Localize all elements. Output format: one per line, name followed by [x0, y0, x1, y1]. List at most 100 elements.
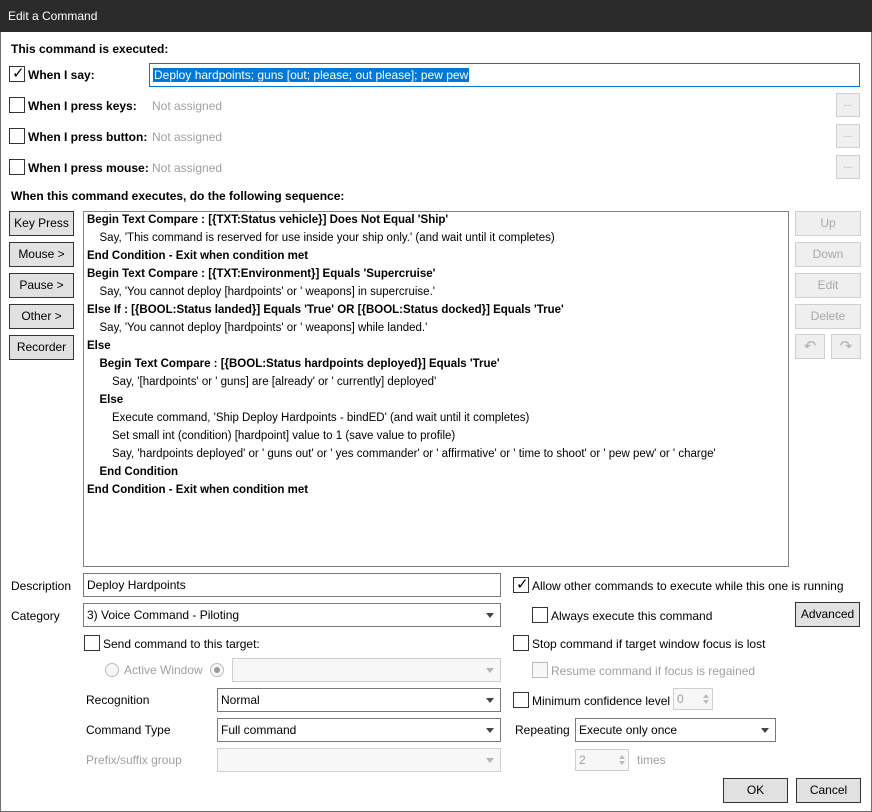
spin-up-icon: [619, 755, 625, 759]
recognition-combo[interactable]: Normal: [217, 688, 501, 712]
window-titlebar: Edit a Command: [0, 0, 872, 32]
target-window-combo[interactable]: [232, 658, 501, 682]
ok-button[interactable]: OK: [723, 778, 788, 803]
description-label: Description: [11, 579, 72, 593]
key-press-button[interactable]: Key Press: [9, 211, 74, 236]
stop-on-focus-lost-checkbox[interactable]: [513, 635, 529, 651]
min-confidence-spinner[interactable]: 0: [673, 688, 713, 710]
advanced-button[interactable]: Advanced: [795, 602, 860, 627]
active-window-label: Active Window: [124, 663, 203, 677]
when-i-say-checkbox[interactable]: ✓: [9, 64, 25, 82]
cancel-button[interactable]: Cancel: [796, 778, 861, 803]
undo-button[interactable]: ↶: [795, 334, 825, 359]
when-i-press-mouse-checkbox[interactable]: [9, 159, 25, 175]
allow-other-commands-label: Allow other commands to execute while th…: [532, 579, 844, 593]
other-button[interactable]: Other >: [9, 304, 74, 329]
redo-button[interactable]: ↷: [831, 334, 861, 359]
min-confidence-label: Minimum confidence level: [532, 694, 671, 708]
send-target-label: Send command to this target:: [103, 637, 260, 651]
chevron-down-icon: [486, 728, 494, 733]
when-i-say-input[interactable]: Deploy hardpoints; guns [out; please; ou…: [149, 63, 860, 87]
sequence-line[interactable]: End Condition: [100, 463, 179, 481]
sequence-line[interactable]: Begin Text Compare : [{TXT:Environment}]…: [87, 265, 435, 283]
category-combo[interactable]: 3) Voice Command - Piloting: [83, 603, 501, 627]
stop-on-focus-lost-label: Stop command if target window focus is l…: [532, 637, 766, 651]
sequence-line[interactable]: Execute command, 'Ship Deploy Hardpoints…: [112, 409, 529, 427]
undo-arrow-icon: ↶: [803, 337, 817, 355]
button-assign-button[interactable]: ...: [836, 124, 860, 148]
active-window-radio[interactable]: [105, 663, 119, 677]
sequence-line[interactable]: Else: [100, 391, 124, 409]
command-type-value: Full command: [221, 723, 297, 737]
sequence-line[interactable]: End Condition - Exit when condition met: [87, 481, 308, 499]
delete-button[interactable]: Delete: [795, 304, 861, 329]
prefix-suffix-combo[interactable]: [217, 748, 501, 772]
chevron-down-icon: [486, 613, 494, 618]
pause-button[interactable]: Pause >: [9, 273, 74, 298]
sequence-line[interactable]: Say, '[hardpoints' or ' guns] are [alrea…: [112, 373, 436, 391]
when-i-say-label: When I say:: [28, 68, 95, 82]
always-execute-checkbox[interactable]: [532, 607, 548, 623]
spin-down-icon: [619, 761, 625, 765]
repeating-combo[interactable]: Execute only once: [575, 718, 776, 742]
sequence-line[interactable]: Set small int (condition) [hardpoint] va…: [112, 427, 455, 445]
mouse-button[interactable]: Mouse >: [9, 242, 74, 267]
edit-command-dialog: This command is executed: ✓ When I say: …: [0, 32, 872, 812]
repeating-label: Repeating: [515, 723, 570, 737]
mouse-assign-button[interactable]: ...: [836, 155, 860, 179]
category-label: Category: [11, 609, 60, 623]
resume-on-focus-label: Resume command if focus is regained: [551, 664, 756, 678]
recognition-value: Normal: [221, 693, 260, 707]
up-button[interactable]: Up: [795, 211, 861, 236]
radio-selected-dot: [214, 667, 220, 673]
chevron-down-icon: [486, 758, 494, 763]
mouse-assignment-value: Not assigned: [152, 161, 223, 175]
resume-on-focus-checkbox[interactable]: [532, 662, 548, 678]
when-i-press-mouse-label: When I press mouse:: [28, 161, 149, 175]
command-type-label: Command Type: [86, 723, 171, 737]
trigger-heading: This command is executed:: [11, 42, 169, 56]
when-i-press-button-label: When I press button:: [28, 130, 148, 144]
command-type-combo[interactable]: Full command: [217, 718, 501, 742]
checkmark-icon: ✓: [516, 575, 529, 593]
allow-other-commands-checkbox[interactable]: ✓: [513, 575, 529, 593]
chevron-down-icon: [486, 698, 494, 703]
action-sequence-list[interactable]: Begin Text Compare : [{TXT:Status vehicl…: [83, 211, 789, 567]
repeat-times-value: 2: [579, 753, 586, 767]
sequence-line[interactable]: Begin Text Compare : [{TXT:Status vehicl…: [87, 212, 448, 229]
edit-button[interactable]: Edit: [795, 273, 861, 298]
chevron-down-icon: [486, 668, 494, 673]
target-window-radio[interactable]: [210, 663, 224, 677]
keys-assignment-value: Not assigned: [152, 99, 223, 113]
sequence-line[interactable]: Begin Text Compare : [{BOOL:Status hardp…: [100, 355, 500, 373]
sequence-line[interactable]: Say, 'hardpoints deployed' or ' guns out…: [112, 445, 716, 463]
prefix-suffix-label: Prefix/suffix group: [86, 753, 182, 767]
sequence-line[interactable]: Say, 'This command is reserved for use i…: [100, 229, 555, 247]
recognition-label: Recognition: [86, 693, 150, 707]
when-i-press-keys-checkbox[interactable]: [9, 97, 25, 113]
button-assignment-value: Not assigned: [152, 130, 223, 144]
spin-down-icon: [703, 700, 709, 704]
send-target-checkbox[interactable]: [84, 635, 100, 651]
sequence-line[interactable]: Else If : [{BOOL:Status landed}] Equals …: [87, 301, 564, 319]
sequence-line[interactable]: Else: [87, 337, 111, 355]
repeating-value: Execute only once: [579, 723, 678, 737]
when-i-press-keys-label: When I press keys:: [28, 99, 137, 113]
times-label: times: [637, 753, 666, 767]
description-input[interactable]: Deploy Hardpoints: [83, 573, 501, 597]
always-execute-label: Always execute this command: [551, 609, 713, 623]
sequence-line[interactable]: Say, 'You cannot deploy [hardpoints' or …: [100, 319, 428, 337]
sequence-line[interactable]: Say, 'You cannot deploy [hardpoints' or …: [100, 283, 435, 301]
window-title: Edit a Command: [8, 9, 98, 23]
redo-arrow-icon: ↷: [839, 337, 853, 355]
keys-assign-button[interactable]: ...: [836, 93, 860, 117]
repeat-times-spinner[interactable]: 2: [575, 749, 629, 771]
min-confidence-checkbox[interactable]: [513, 692, 529, 708]
recorder-button[interactable]: Recorder: [9, 335, 74, 360]
sequence-heading: When this command executes, do the follo…: [11, 189, 345, 203]
sequence-line[interactable]: End Condition - Exit when condition met: [87, 247, 308, 265]
down-button[interactable]: Down: [795, 242, 861, 267]
when-i-press-button-checkbox[interactable]: [9, 128, 25, 144]
checkmark-icon: ✓: [12, 64, 25, 82]
min-confidence-value: 0: [677, 692, 684, 706]
